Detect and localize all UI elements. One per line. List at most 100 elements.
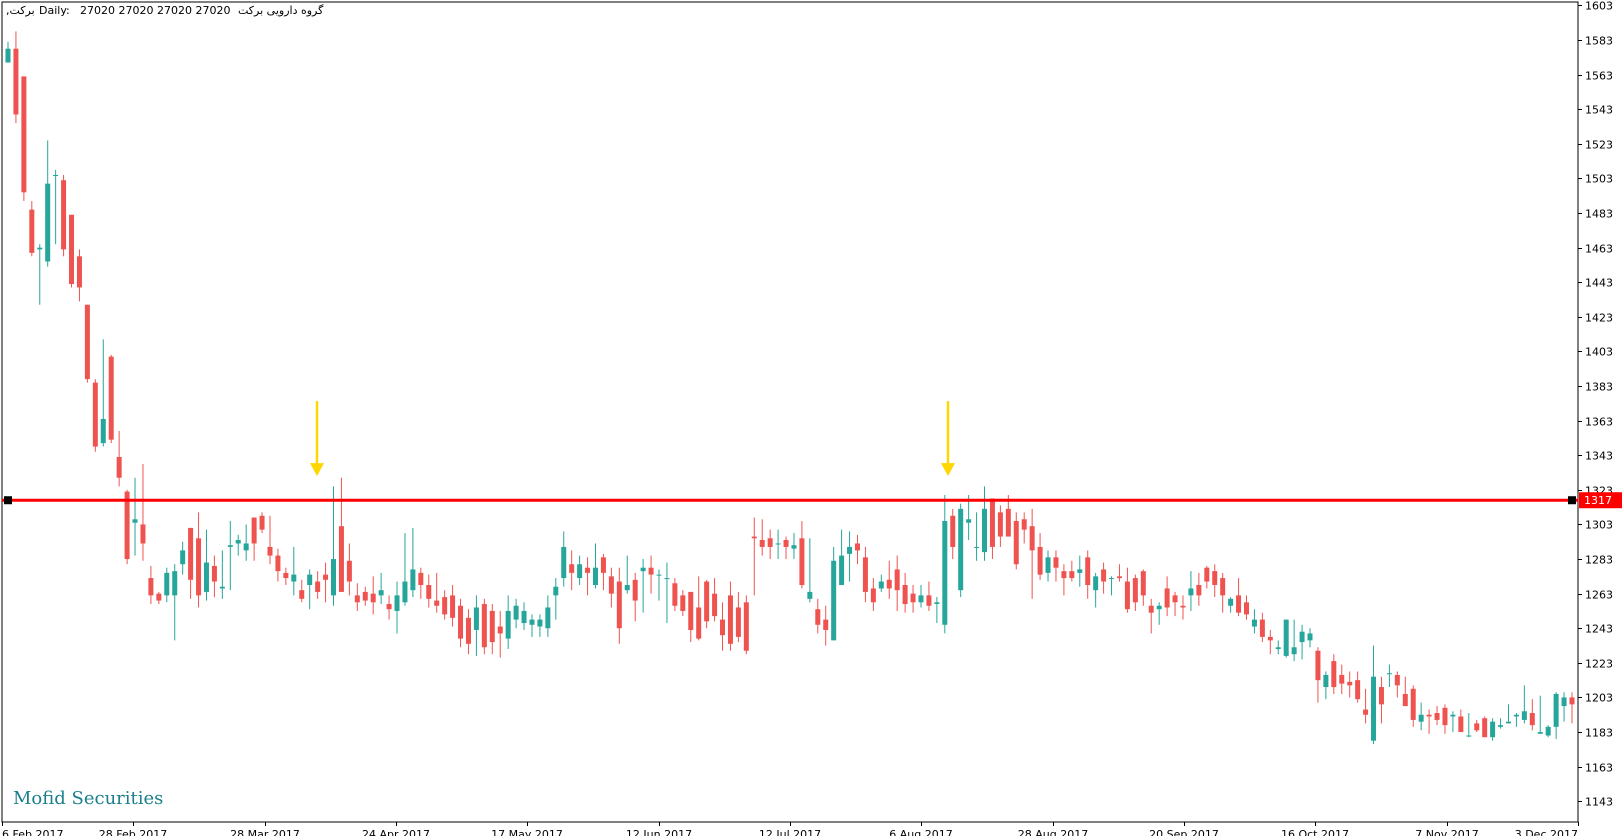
candle-body <box>966 519 972 523</box>
candle-body <box>132 519 138 523</box>
candle-body <box>180 550 186 565</box>
candle-body <box>1021 519 1027 530</box>
candle-body <box>1299 631 1305 643</box>
candle-body <box>1164 588 1170 608</box>
candle-body <box>1093 576 1099 591</box>
candle-body <box>172 571 178 596</box>
candle-body <box>672 583 678 606</box>
candle-body <box>1402 693 1408 707</box>
x-tick-label: 12 Jun 2017 <box>626 828 692 836</box>
candle-body <box>656 574 662 576</box>
candle-body <box>410 569 416 591</box>
candle-body <box>521 610 527 624</box>
candle-body <box>1061 571 1067 579</box>
candle-body <box>13 48 19 115</box>
y-tick-label: 1163 <box>1585 762 1613 775</box>
price-tag-label: 1317 <box>1584 494 1612 507</box>
candle-body <box>942 520 948 625</box>
candle-body <box>497 626 503 634</box>
candle-body <box>1347 681 1353 686</box>
plot-frame <box>1 1 1579 823</box>
candle-body <box>1418 714 1424 722</box>
candle-body <box>1426 714 1432 717</box>
candle-body <box>807 591 813 599</box>
candle-body <box>688 591 694 630</box>
candle-body <box>458 605 464 639</box>
price-chart[interactable]: 1603 1583 1563 1543 1523 1503 1483 1463 1443 1423… <box>0 0 1624 840</box>
candle-body <box>926 595 932 606</box>
candle-body <box>823 619 829 630</box>
candle-body <box>839 555 845 585</box>
candle-body <box>1156 605 1162 610</box>
candle-body <box>910 593 916 603</box>
chart-canvas[interactable]: 1603 1583 1563 1543 1523 1503 1483 1463 1443 1423… <box>0 0 1624 840</box>
candle-body <box>1569 697 1575 705</box>
candle-body <box>1521 711 1527 720</box>
candle-body <box>1109 578 1115 580</box>
candle-body <box>1537 732 1543 734</box>
candle-body <box>505 610 511 639</box>
y-tick-label: 1383 <box>1585 381 1613 394</box>
candle-body <box>196 538 202 596</box>
candle-body <box>1101 569 1107 582</box>
candle-body <box>1331 661 1337 688</box>
candle-body <box>299 590 305 599</box>
candle-body <box>1077 569 1083 573</box>
candle-body <box>1553 693 1559 727</box>
candle-body <box>1188 588 1194 596</box>
arrow-down-icon <box>941 463 955 477</box>
candle-body <box>735 607 741 637</box>
candle-body <box>997 512 1003 537</box>
candle-body <box>100 418 106 444</box>
candle-body <box>1037 546 1043 575</box>
candle-body <box>211 565 217 582</box>
x-tick-label: 17 May 2017 <box>491 828 563 836</box>
candle-body <box>140 524 146 544</box>
candle-body <box>1442 707 1448 726</box>
candle-body <box>1220 578 1226 596</box>
y-tick-label: 1143 <box>1585 796 1613 809</box>
candle-body <box>1085 557 1091 585</box>
candle-body <box>156 593 162 601</box>
candle-body <box>1116 576 1122 579</box>
candle-body <box>219 586 225 589</box>
candle-body <box>1283 619 1289 656</box>
candle-body <box>1339 674 1345 684</box>
candle-body <box>434 600 440 606</box>
candle-body <box>553 586 559 596</box>
x-tick-label: 6 Feb 2017 <box>2 828 63 836</box>
y-tick-label: 1343 <box>1585 450 1613 463</box>
candle-body <box>950 515 956 547</box>
candle-body <box>148 578 154 596</box>
candle-body <box>886 579 892 589</box>
candle-body <box>847 546 853 554</box>
candle-body <box>442 597 448 615</box>
candle-body <box>370 593 376 603</box>
candle-body <box>1410 688 1416 720</box>
candle-body <box>600 557 606 573</box>
x-tick-label: 28 Aug 2017 <box>1018 828 1088 836</box>
candle-body <box>585 567 591 573</box>
candle-body <box>291 574 297 582</box>
candle-body <box>53 174 59 176</box>
resistance-line-handle-right <box>1568 496 1576 505</box>
y-tick-label: 1263 <box>1585 589 1613 602</box>
y-tick-label: 1423 <box>1585 312 1613 325</box>
x-tick-label: 7 Nov 2017 <box>1415 828 1478 836</box>
candle-body <box>1450 714 1456 717</box>
candle-body <box>450 595 456 618</box>
candle-body <box>116 456 122 478</box>
candle-body <box>902 584 908 605</box>
candle-body <box>61 180 67 250</box>
ohlc-readout: 27020 27020 27020 27020 <box>80 4 231 17</box>
candle-body <box>1045 557 1051 573</box>
x-tick-label: 3 Dec 2017 <box>1515 828 1578 836</box>
candle-body <box>751 536 757 539</box>
candle-body <box>1529 713 1535 726</box>
candle-body <box>1474 723 1480 731</box>
candle-body <box>878 581 884 589</box>
candle-body <box>1140 571 1146 596</box>
candle-body <box>569 564 575 573</box>
candle-body <box>1355 680 1361 700</box>
candle-body <box>545 607 551 629</box>
